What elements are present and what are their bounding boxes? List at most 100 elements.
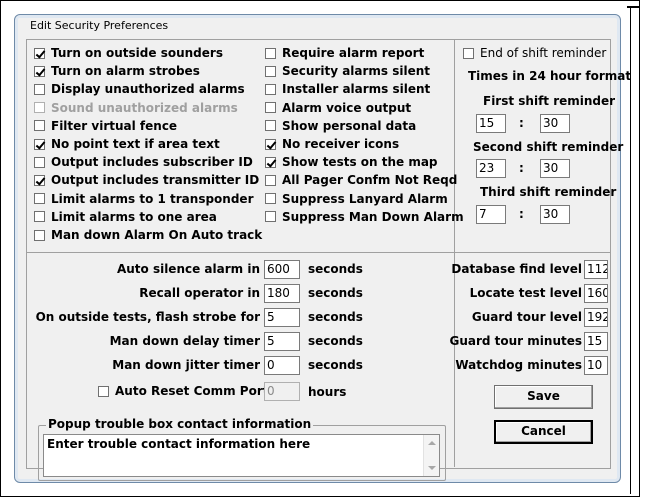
option-col2-3-label: Alarm voice output [282,100,412,115]
option-col1-3-label: Sound unauthorized alarms [51,100,238,115]
option-col2-4-row[interactable]: Show personal data [265,119,416,133]
option-col1-1-label: Turn on alarm strobes [51,64,200,79]
option-col1-5-row[interactable]: No point text if area text [34,137,220,151]
option-col2-1-checkbox[interactable] [265,65,276,77]
option-col2-1-row[interactable]: Security alarms silent [265,64,430,78]
option-col2-3-checkbox[interactable] [265,102,276,114]
timer-input-4[interactable]: 0 [264,356,300,375]
level-input-3[interactable]: 15 [584,332,608,351]
auto-reset-checkbox[interactable] [98,385,109,397]
cancel-button[interactable]: Cancel [494,420,593,444]
timer-unit-3: seconds [308,334,363,348]
vertical-separator [454,40,455,467]
option-col1-6-checkbox[interactable] [34,156,45,168]
option-col2-9-row[interactable]: Suppress Man Down Alarm [265,210,464,224]
option-col1-9-row[interactable]: Limit alarms to one area [34,210,217,224]
option-col2-0-checkbox[interactable] [265,47,276,59]
second-shift-colon: : [519,161,524,175]
option-col1-4-row[interactable]: Filter virtual fence [34,119,177,133]
option-col1-8-row[interactable]: Limit alarms to 1 transponder [34,192,254,206]
horizontal-separator-right [455,252,610,253]
level-label-2: Guard tour level [471,310,582,324]
timer-label-1: Recall operator in [139,286,260,300]
option-col1-0-row[interactable]: Turn on outside sounders [34,46,223,60]
option-col2-6-label: Show tests on the map [282,155,438,170]
option-col2-7-row[interactable]: All Pager Confm Not Reqd [265,173,457,187]
timer-label-4: Man down jitter timer [112,358,260,372]
option-col1-1-row[interactable]: Turn on alarm strobes [34,64,200,78]
scroll-down-arrow-icon[interactable] [428,466,436,470]
level-input-4[interactable]: 10 [584,356,608,375]
option-col1-7-checkbox[interactable] [34,174,45,186]
level-input-1[interactable]: 160 [584,284,608,303]
popup-contact-legend: Popup trouble box contact information [46,417,314,431]
option-col2-6-row[interactable]: Show tests on the map [265,155,438,169]
option-col1-2-row[interactable]: Display unauthorized alarms [34,82,245,96]
option-col1-8-checkbox[interactable] [34,193,45,205]
first-shift-colon: : [519,116,524,130]
timer-input-0[interactable]: 600 [264,260,300,279]
frame-edge-line [627,6,640,8]
auto-reset-label: Auto Reset Comm Ports [115,384,276,398]
timer-label-3: Man down delay timer [109,334,260,348]
option-col2-2-checkbox[interactable] [265,83,276,95]
option-col1-5-label: No point text if area text [51,137,220,151]
option-col2-2-row[interactable]: Installer alarms silent [265,82,430,96]
option-col1-1-checkbox[interactable] [34,65,45,77]
option-col1-0-label: Turn on outside sounders [51,46,223,60]
option-col1-6-label: Output includes subscriber ID [51,155,253,170]
first-shift-minute-input[interactable]: 30 [540,114,570,133]
option-col1-8-label: Limit alarms to 1 transponder [51,191,254,206]
auto-reset-hours-input[interactable]: 0 [264,382,300,401]
option-col2-4-checkbox[interactable] [265,120,276,132]
level-input-0[interactable]: 112 [584,260,608,279]
option-col1-10-checkbox[interactable] [34,229,45,241]
option-col2-8-row[interactable]: Suppress Lanyard Alarm [265,192,448,206]
popup-textarea-scrollbar[interactable] [423,435,439,476]
second-shift-hour-input[interactable]: 23 [476,159,506,178]
third-shift-minute-input[interactable]: 30 [540,205,570,224]
level-label-0: Database find level [451,262,582,276]
option-col1-6-row[interactable]: Output includes subscriber ID [34,155,253,169]
timer-input-1[interactable]: 180 [264,284,300,303]
end-of-shift-checkbox-row[interactable]: End of shift reminder [463,46,606,60]
scroll-up-arrow-icon[interactable] [428,441,436,445]
option-col2-9-checkbox[interactable] [265,211,276,223]
option-col2-1-label: Security alarms silent [282,64,431,79]
option-col1-10-label: Man down Alarm On Auto track [51,228,263,242]
popup-contact-text: Enter trouble contact information here [47,437,311,451]
first-shift-hour-input[interactable]: 15 [476,114,506,133]
option-col2-7-checkbox[interactable] [265,174,276,186]
level-input-2[interactable]: 192 [584,308,608,327]
timer-unit-0: seconds [308,262,363,276]
option-col2-8-checkbox[interactable] [265,193,276,205]
option-col1-4-checkbox[interactable] [34,120,45,132]
end-of-shift-checkbox[interactable] [463,47,474,59]
option-col2-5-row[interactable]: No receiver icons [265,137,399,151]
auto-reset-checkbox-row[interactable]: Auto Reset Comm Ports [98,384,276,398]
second-shift-label: Second shift reminder [473,140,624,154]
option-col2-5-checkbox[interactable] [265,138,276,150]
option-col1-0-checkbox[interactable] [34,47,45,59]
option-col1-9-checkbox[interactable] [34,211,45,223]
timer-input-2[interactable]: 5 [264,308,300,327]
time-format-note: Times in 24 hour format [468,69,632,83]
second-shift-minute-input[interactable]: 30 [540,159,570,178]
option-col2-6-checkbox[interactable] [265,156,276,168]
timer-label-2: On outside tests, flash strobe for [35,310,260,324]
option-col1-5-checkbox[interactable] [34,138,45,150]
third-shift-hour-input[interactable]: 7 [476,205,506,224]
level-label-1: Locate test level [469,286,582,300]
popup-contact-textarea[interactable]: Enter trouble contact information here [43,434,440,477]
horizontal-separator-left [27,252,454,253]
option-col1-3-row[interactable]: Sound unauthorized alarms [34,101,238,115]
option-col1-7-row[interactable]: Output includes transmitter ID [34,173,259,187]
level-label-4: Watchdog minutes [455,358,582,372]
option-col1-10-row[interactable]: Man down Alarm On Auto track [34,228,262,242]
option-col1-3-checkbox [34,102,45,114]
save-button[interactable]: Save [494,385,593,409]
option-col1-2-checkbox[interactable] [34,83,45,95]
timer-input-3[interactable]: 5 [264,332,300,351]
option-col2-0-row[interactable]: Require alarm report [265,46,424,60]
option-col2-3-row[interactable]: Alarm voice output [265,101,411,115]
